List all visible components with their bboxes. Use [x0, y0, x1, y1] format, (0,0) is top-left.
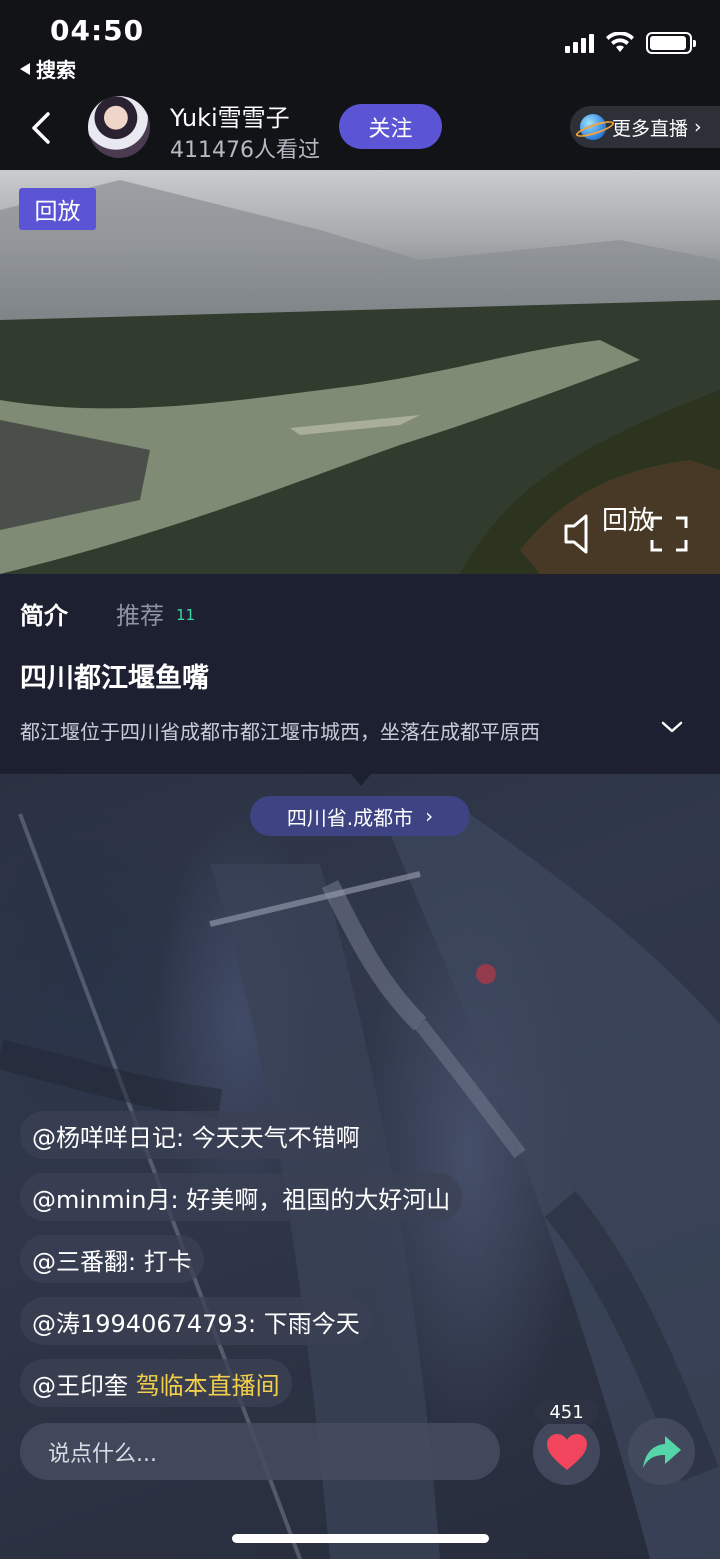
back-triangle-icon — [20, 62, 30, 75]
comment-user: @杨咩咩日记: — [32, 1123, 185, 1152]
map-pointer — [351, 774, 371, 786]
more-live-label: 更多直播 — [612, 117, 689, 140]
location-label: 四川省.成都市 — [286, 805, 414, 830]
comment-input-placeholder: 说点什么... — [48, 1441, 157, 1467]
volume-icon[interactable] — [562, 512, 602, 556]
comment-item[interactable]: @涛19940674793: 下雨今天 — [20, 1297, 372, 1345]
comment-text: 好美啊，祖国的大好河山 — [186, 1185, 451, 1214]
battery-icon — [646, 32, 696, 54]
more-live-button[interactable]: 更多直播 › — [570, 106, 720, 148]
replay-badge: 回放 — [19, 188, 96, 230]
replay-overlay-text: 回放 — [601, 506, 654, 536]
share-button[interactable] — [628, 1418, 695, 1485]
chevron-down-icon[interactable] — [660, 718, 684, 736]
comment-input[interactable]: 说点什么... — [20, 1423, 500, 1480]
comment-item[interactable]: @三番翻: 打卡 — [20, 1235, 204, 1283]
comment-item[interactable]: @杨咩咩日记: 今天天气不错啊 — [20, 1111, 372, 1159]
host-avatar[interactable] — [88, 96, 150, 158]
share-arrow-icon — [642, 1435, 681, 1468]
fullscreen-icon[interactable] — [650, 516, 688, 552]
comment-text: 下雨今天 — [263, 1309, 360, 1338]
battery-level — [650, 36, 687, 50]
heart-icon — [546, 1433, 587, 1470]
comment-text: 今天天气不错啊 — [191, 1123, 360, 1152]
back-app-label: 搜索 — [36, 58, 76, 82]
comment-item[interactable]: @minmin月: 好美啊，祖国的大好河山 — [20, 1173, 463, 1221]
info-panel: 简介 推荐 11 四川都江堰鱼嘴 都江堰位于四川省成都市都江堰市城西，坐落在成都… — [0, 574, 720, 774]
comment-user: @涛19940674793: — [32, 1309, 257, 1338]
comment-user: @王印奎 — [32, 1371, 128, 1400]
host-name[interactable]: Yuki雪雪子 — [170, 98, 290, 133]
live-header: Yuki雪雪子 411476人看过 关注 更多直播 › — [0, 92, 720, 170]
home-indicator[interactable] — [232, 1534, 489, 1543]
comment-user: @minmin月: — [32, 1185, 179, 1214]
view-count: 411476人看过 — [170, 138, 320, 163]
system-icons — [565, 32, 696, 54]
planet-icon — [580, 114, 606, 140]
place-title: 四川都江堰鱼嘴 — [20, 663, 209, 694]
location-pill[interactable]: 四川省.成都市 › — [250, 796, 470, 836]
comment-item[interactable]: @王印奎 驾临本直播间 — [20, 1359, 292, 1407]
tab-intro[interactable]: 简介 — [20, 596, 68, 631]
follow-button[interactable]: 关注 — [339, 104, 442, 149]
clock: 04:50 — [50, 14, 145, 47]
like-count: 451 — [534, 1400, 599, 1424]
tab-recommend[interactable]: 推荐 — [116, 596, 164, 631]
comment-user: @三番翻: — [32, 1247, 137, 1276]
cellular-signal-icon — [565, 33, 594, 53]
back-to-app-button[interactable]: 搜索 — [20, 54, 76, 83]
like-button[interactable] — [533, 1418, 600, 1485]
status-bar: 04:50 搜索 — [0, 0, 720, 92]
wifi-icon — [606, 32, 634, 52]
recommend-count-badge: 11 — [176, 606, 196, 624]
comment-text: 驾临本直播间 — [135, 1371, 280, 1400]
chevron-right-icon: › — [425, 804, 434, 828]
comment-text: 打卡 — [143, 1247, 192, 1276]
chevron-right-icon: › — [694, 116, 702, 138]
place-description: 都江堰位于四川省成都市都江堰市城西，坐落在成都平原西 — [20, 720, 540, 744]
back-arrow-icon[interactable] — [26, 108, 58, 148]
video-player[interactable]: 回放 回放 — [0, 170, 720, 574]
